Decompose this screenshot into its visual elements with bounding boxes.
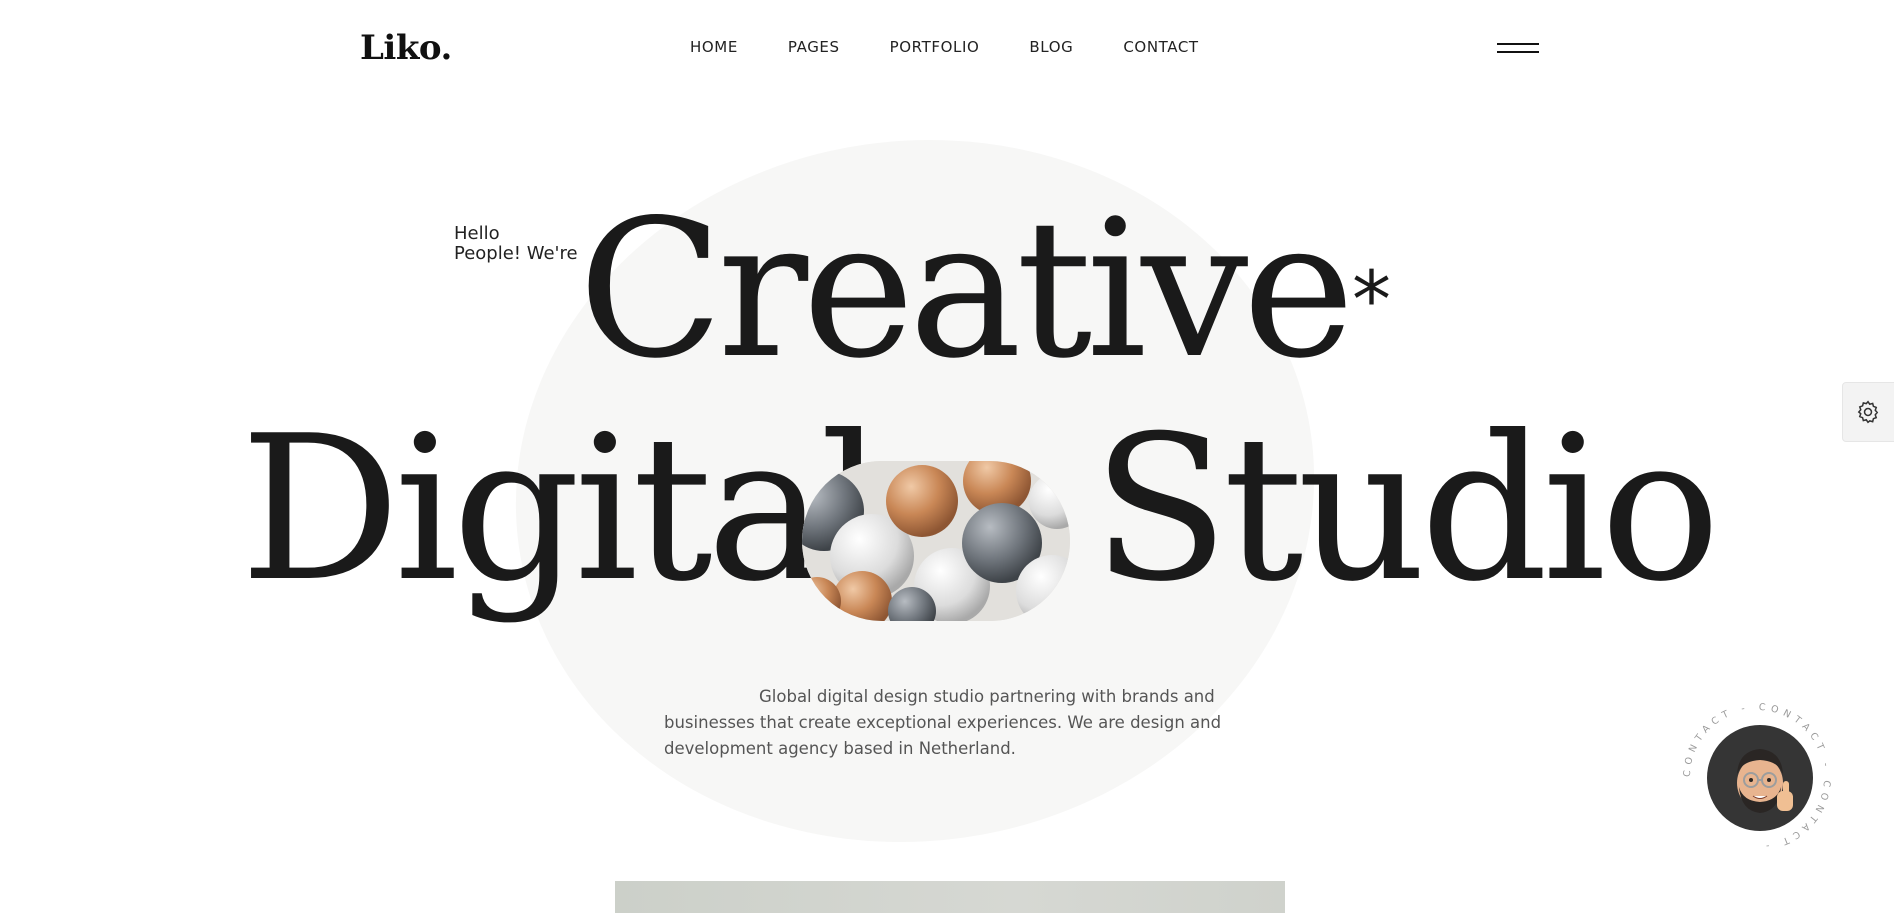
featured-image-preview [615,881,1285,913]
nav-contact[interactable]: CONTACT [1123,38,1198,56]
hamburger-line-bottom [1497,51,1539,53]
hero-word-studio: Studio [1092,393,1721,626]
gear-icon [1857,400,1879,424]
hero-pill-image [802,461,1070,621]
nav-blog[interactable]: BLOG [1029,38,1073,56]
settings-button[interactable] [1842,382,1894,442]
nav-portfolio[interactable]: PORTFOLIO [890,38,980,56]
asterisk-icon: * [1352,256,1391,346]
nav-home[interactable]: HOME [690,38,738,56]
hero-word-creative: Creative [578,179,1355,400]
hero-word-digital: Digital [240,393,884,626]
hero-greeting-line1: Hello [454,223,500,244]
memoji-avatar-icon [1737,749,1793,813]
hero-description: Global digital design studio partnering … [664,687,1222,758]
hero-greeting-line2: People! We're [454,243,578,264]
contact-badge[interactable]: CONTACT - CONTACT - CONTACT - [1682,702,1832,852]
site-logo[interactable]: Liko. [360,28,452,68]
hamburger-menu-icon[interactable] [1497,41,1539,55]
spheres-illustration [802,461,1070,621]
hero-greeting: Hello People! We're [454,224,578,264]
main-nav: HOME PAGES PORTFOLIO BLOG CONTACT [690,38,1199,56]
hamburger-line-top [1497,43,1539,45]
nav-pages[interactable]: PAGES [788,38,840,56]
avatar [1707,725,1813,831]
